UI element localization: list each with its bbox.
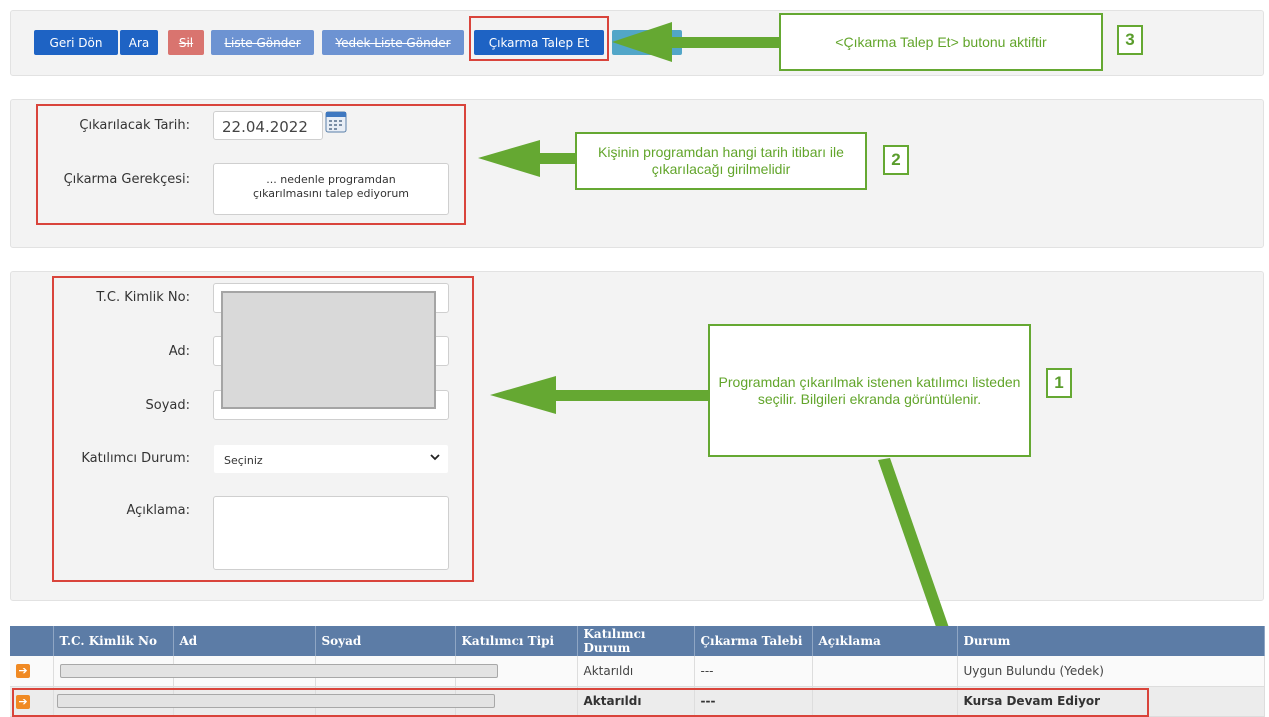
table-header[interactable]: Katılımcı Durum xyxy=(577,626,695,656)
removal-date-input[interactable]: 22.04.2022 xyxy=(213,111,323,140)
removal-reason-textarea[interactable]: ... nedenle programdan çıkarılmasını tal… xyxy=(213,163,449,215)
table-cell: Aktarıldı xyxy=(577,686,695,717)
table-cell xyxy=(812,656,958,687)
table-header[interactable]: Soyad xyxy=(315,626,456,656)
masked-row-data xyxy=(57,694,495,708)
removal-reason-label: Çıkarma Gerekçesi: xyxy=(63,172,190,187)
table-header[interactable]: Durum xyxy=(957,626,1265,656)
row-select-cell[interactable]: ➔ xyxy=(10,656,54,687)
callout-step-1: Programdan çıkarılmak istenen katılımcı … xyxy=(708,324,1031,457)
search-button[interactable]: Ara xyxy=(120,30,158,55)
table-cell: Uygun Bulundu (Yedek) xyxy=(957,656,1265,687)
arrow-right-icon[interactable]: ➔ xyxy=(16,694,30,709)
table-header[interactable]: T.C. Kimlik No xyxy=(53,626,174,656)
table-header-row: T.C. Kimlik No Ad Soyad Katılımcı Tipi K… xyxy=(10,626,1265,656)
table-header[interactable]: Açıklama xyxy=(812,626,958,656)
send-backup-list-button[interactable]: Yedek Liste Gönder xyxy=(322,30,464,55)
callout-step-3: <Çıkarma Talep Et> butonu aktiftir xyxy=(779,13,1103,71)
masked-personal-data xyxy=(221,291,436,409)
table-cell: Aktarıldı xyxy=(577,656,695,687)
back-button[interactable]: Geri Dön xyxy=(34,30,118,55)
request-removal-button[interactable]: Çıkarma Talep Et xyxy=(474,30,604,55)
step-3-badge: 3 xyxy=(1117,25,1143,55)
delete-button[interactable]: Sil xyxy=(168,30,204,55)
arrow-right-icon[interactable]: ➔ xyxy=(16,664,30,679)
chevron-down-icon xyxy=(430,452,440,465)
table-header[interactable]: Ad xyxy=(173,626,316,656)
step-1-badge: 1 xyxy=(1046,368,1072,398)
tc-label: T.C. Kimlik No: xyxy=(96,290,190,305)
table-header-select xyxy=(10,626,54,656)
note-textarea[interactable] xyxy=(213,496,449,570)
calendar-icon[interactable] xyxy=(325,109,347,133)
send-list-button[interactable]: Liste Gönder xyxy=(211,30,314,55)
participant-panel xyxy=(10,271,1264,601)
table-cell xyxy=(812,686,958,717)
step-2-badge: 2 xyxy=(883,145,909,175)
note-label: Açıklama: xyxy=(126,503,190,518)
surname-label: Soyad: xyxy=(145,398,191,413)
table-cell: --- xyxy=(694,656,813,687)
participant-status-value: Seçiniz xyxy=(224,454,263,467)
table-cell: --- xyxy=(694,686,813,717)
row-select-cell[interactable]: ➔ xyxy=(10,686,54,717)
extra-toolbar-button[interactable] xyxy=(612,30,682,55)
participant-status-label: Katılımcı Durum: xyxy=(81,451,190,466)
removal-date-label: Çıkarılacak Tarih: xyxy=(79,118,190,133)
masked-row-data xyxy=(60,664,498,678)
table-header[interactable]: Çıkarma Talebi xyxy=(694,626,813,656)
participant-status-select[interactable]: Seçiniz xyxy=(213,444,449,474)
name-label: Ad: xyxy=(168,344,190,359)
callout-step-2: Kişinin programdan hangi tarih itibarı i… xyxy=(575,132,867,190)
table-header[interactable]: Katılımcı Tipi xyxy=(455,626,578,656)
table-cell: Kursa Devam Ediyor xyxy=(957,686,1265,717)
